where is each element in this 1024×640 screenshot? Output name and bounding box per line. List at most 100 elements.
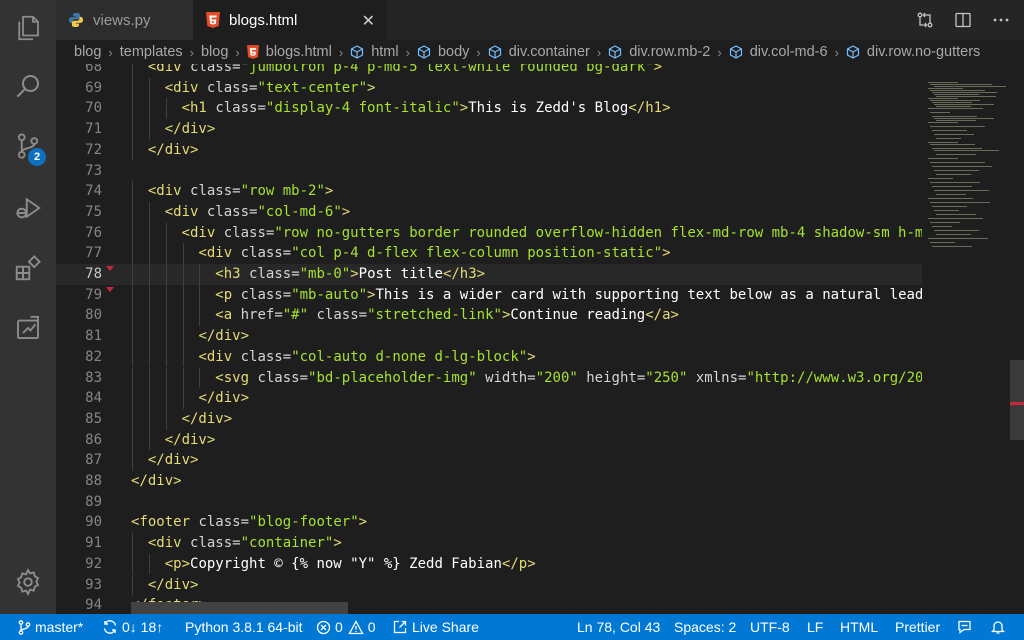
code-line[interactable]: 89 bbox=[56, 492, 922, 513]
search-icon[interactable] bbox=[0, 62, 56, 110]
code-line[interactable]: 82 <div class="col-auto d-none d-lg-bloc… bbox=[56, 347, 922, 368]
tab-blogs-html[interactable]: blogs.html ✕ bbox=[193, 0, 387, 40]
code-line[interactable]: 76 <div class="row no-gutters border rou… bbox=[56, 223, 922, 244]
code-line[interactable]: 83 <svg class="bd-placeholder-img" width… bbox=[56, 368, 922, 389]
line-number: 77 bbox=[85, 245, 102, 262]
indent-guide bbox=[165, 243, 167, 264]
extensions-icon[interactable] bbox=[0, 244, 56, 292]
code-line[interactable]: 86 </div> bbox=[56, 430, 922, 451]
line-number: 74 bbox=[85, 183, 102, 200]
line-number: 76 bbox=[85, 224, 102, 241]
code-line[interactable]: 70 <h1 class="display-4 font-italic">Thi… bbox=[56, 98, 922, 119]
breadcrumb-separator-icon: › bbox=[834, 44, 839, 60]
line-number: 71 bbox=[85, 121, 102, 138]
code-line[interactable]: 71 </div> bbox=[56, 119, 922, 140]
code-line[interactable]: 85 </div> bbox=[56, 409, 922, 430]
language-mode[interactable]: HTML bbox=[840, 614, 878, 640]
code-line[interactable]: 78 <h3 class="mb-0">Post title</h3> bbox=[56, 264, 922, 285]
code-line[interactable]: 68 <div class="jumbotron p-4 p-md-5 text… bbox=[56, 64, 922, 78]
breadcrumb-item[interactable]: blog bbox=[74, 44, 101, 60]
code-line[interactable]: 72 </div> bbox=[56, 140, 922, 161]
breadcrumb-item[interactable]: div.container bbox=[488, 44, 590, 60]
notifications-bell-icon[interactable] bbox=[990, 614, 1010, 640]
formatter-text: Prettier bbox=[895, 619, 941, 635]
explorer-icon[interactable] bbox=[0, 4, 56, 52]
more-actions-icon[interactable] bbox=[992, 11, 1010, 29]
code-line[interactable]: 77 <div class="col p-4 d-flex flex-colum… bbox=[56, 243, 922, 264]
minimap-line bbox=[932, 148, 982, 149]
line-code: <div class="col p-4 d-flex flex-column p… bbox=[198, 245, 671, 262]
breadcrumb-item[interactable]: blog bbox=[201, 44, 228, 60]
code-line[interactable]: 75 <div class="col-md-6"> bbox=[56, 202, 922, 223]
branch-name: master* bbox=[35, 619, 84, 635]
code-line[interactable]: 73 bbox=[56, 161, 922, 182]
minimap-line bbox=[928, 82, 958, 83]
encoding[interactable]: UTF-8 bbox=[750, 614, 790, 640]
breadcrumb-item[interactable]: templates bbox=[120, 44, 183, 60]
breadcrumb-item[interactable]: div.col-md-6 bbox=[729, 44, 828, 60]
formatter[interactable]: Prettier bbox=[895, 614, 940, 640]
breadcrumb-item[interactable]: blogs.html bbox=[246, 44, 332, 60]
end-of-line[interactable]: LF bbox=[807, 614, 823, 640]
minimap-line bbox=[934, 150, 999, 151]
minimap-line bbox=[932, 116, 977, 117]
code-line[interactable]: 92 <p>Copyright © {% now "Y" %} Zedd Fab… bbox=[56, 554, 922, 575]
code-line[interactable]: 69 <div class="text-center"> bbox=[56, 78, 922, 99]
indentation[interactable]: Spaces: 2 bbox=[674, 614, 736, 640]
sync-status[interactable]: 0↓ 18↑ bbox=[102, 614, 163, 640]
live-share-label: Live Share bbox=[412, 619, 479, 635]
live-share-button[interactable]: Live Share bbox=[392, 614, 479, 640]
code-editor[interactable]: 94</footer>93 </div>92 <p>Copyright © {%… bbox=[56, 64, 922, 614]
indent-guide bbox=[132, 222, 133, 244]
breadcrumb-item[interactable]: html bbox=[350, 44, 399, 60]
indent-guide bbox=[132, 64, 133, 78]
code-line[interactable]: 90 <footer class="blog-footer"> bbox=[56, 512, 922, 533]
breadcrumb-label: blogs.html bbox=[265, 44, 332, 60]
breadcrumb-separator-icon: › bbox=[189, 44, 194, 60]
breadcrumb-separator-icon: › bbox=[405, 44, 410, 60]
line-code: <div class="row mb-2"> bbox=[147, 183, 334, 200]
indent-guide bbox=[182, 284, 184, 306]
horizontal-scrollbar[interactable] bbox=[131, 602, 348, 614]
run-debug-icon[interactable] bbox=[0, 184, 56, 232]
source-control-icon[interactable]: 2 bbox=[0, 122, 56, 170]
minimap-line bbox=[936, 106, 971, 107]
problems-status[interactable]: 0 0 bbox=[316, 614, 376, 640]
code-line[interactable]: 84 </div> bbox=[56, 388, 922, 409]
indent-guide bbox=[165, 284, 167, 306]
close-tab-icon[interactable]: ✕ bbox=[362, 11, 375, 31]
source-control-badge: 2 bbox=[28, 148, 46, 166]
code-line[interactable]: 81 </div> bbox=[56, 326, 922, 347]
line-number: 78 bbox=[85, 266, 102, 282]
code-line[interactable]: 80 <a href="#" class="stretched-link">Co… bbox=[56, 305, 922, 326]
indent-guide bbox=[165, 326, 167, 347]
line-number: 91 bbox=[85, 535, 102, 552]
indent-guide bbox=[132, 346, 133, 368]
error-icon bbox=[316, 620, 331, 634]
code-line[interactable]: 79 <p class="mb-auto">This is a wider ca… bbox=[56, 285, 922, 306]
code-line[interactable]: 93 </div> bbox=[56, 575, 922, 596]
minimap-line bbox=[934, 170, 979, 171]
line-number: 85 bbox=[85, 410, 102, 427]
python-interpreter[interactable]: Python 3.8.1 64-bit bbox=[185, 614, 303, 640]
breadcrumb-item[interactable]: div.row.no-gutters bbox=[846, 44, 980, 60]
code-line[interactable]: 88 </div> bbox=[56, 471, 922, 492]
feedback-icon[interactable] bbox=[956, 614, 977, 640]
split-editor-icon[interactable] bbox=[954, 11, 972, 29]
open-changes-icon[interactable] bbox=[916, 11, 934, 29]
breadcrumb-item[interactable]: body bbox=[417, 44, 469, 60]
code-line[interactable]: 87 </div> bbox=[56, 450, 922, 471]
tab-views-py[interactable]: views.py bbox=[56, 0, 193, 40]
line-number: 94 bbox=[85, 597, 102, 614]
settings-gear-icon[interactable] bbox=[0, 558, 56, 606]
breadcrumb-item[interactable]: div.row.mb-2 bbox=[608, 44, 710, 60]
minimap[interactable] bbox=[922, 64, 1024, 614]
remote-explorer-icon[interactable] bbox=[0, 304, 56, 352]
code-line[interactable]: 74 <div class="row mb-2"> bbox=[56, 181, 922, 202]
vertical-scrollbar[interactable] bbox=[1010, 360, 1024, 440]
code-line[interactable]: 91 <div class="container"> bbox=[56, 533, 922, 554]
branch-status[interactable]: master* bbox=[18, 614, 83, 640]
minimap-line bbox=[932, 130, 967, 131]
cursor-position[interactable]: Ln 78, Col 43 bbox=[577, 614, 660, 640]
indent-guide bbox=[132, 243, 133, 264]
